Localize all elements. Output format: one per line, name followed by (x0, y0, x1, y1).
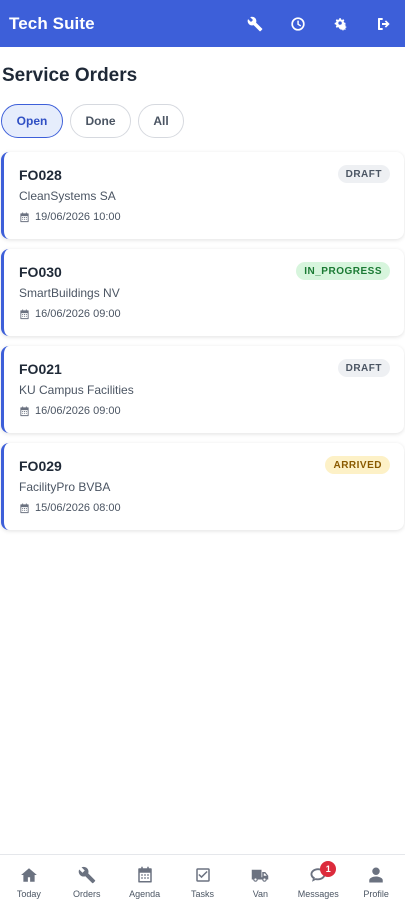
nav-label: Agenda (129, 889, 161, 899)
nav-label: Profile (363, 889, 389, 899)
order-card[interactable]: FO028 DRAFT CleanSystems SA 19/06/2026 1… (1, 152, 404, 239)
bottom-navigation: Today Orders Agenda Tasks Van 1 Messages… (0, 854, 405, 910)
order-code: FO028 (19, 167, 62, 183)
status-badge: ARRIVED (325, 456, 390, 474)
order-code: FO029 (19, 458, 62, 474)
status-badge: DRAFT (337, 165, 390, 183)
order-date-text: 19/06/2026 10:00 (35, 211, 121, 223)
nav-label: Today (16, 889, 41, 899)
nav-van[interactable]: Van (231, 855, 289, 910)
nav-today[interactable]: Today (0, 855, 58, 910)
nav-label: Van (252, 889, 269, 899)
order-date: 15/06/2026 08:00 (19, 502, 121, 514)
nav-agenda[interactable]: Agenda (116, 855, 174, 910)
home-icon (21, 868, 37, 882)
order-list: FO028 DRAFT CleanSystems SA 19/06/2026 1… (0, 152, 405, 540)
order-client: KU Campus Facilities (19, 383, 134, 397)
logout-icon[interactable] (362, 0, 405, 47)
clock-icon[interactable] (276, 0, 319, 47)
gears-icon[interactable] (319, 0, 362, 47)
page-title: Service Orders (2, 65, 138, 86)
top-app-bar: Tech Suite (0, 0, 405, 47)
status-filter-group: Open Done All (1, 104, 184, 138)
truck-icon (252, 869, 269, 882)
nav-label: Messages (297, 889, 339, 899)
check-square-icon (195, 868, 210, 882)
order-date: 19/06/2026 10:00 (19, 211, 121, 223)
calendar-icon (137, 866, 152, 883)
status-badge: IN_PROGRESS (296, 262, 390, 280)
filter-open-button[interactable]: Open (1, 104, 63, 138)
order-date: 16/06/2026 09:00 (19, 308, 121, 320)
nav-messages[interactable]: 1 Messages (289, 855, 347, 910)
order-date-text: 16/06/2026 09:00 (35, 405, 121, 417)
calendar-icon (19, 502, 30, 514)
order-client: CleanSystems SA (19, 189, 116, 203)
nav-profile[interactable]: Profile (347, 855, 405, 910)
order-date-text: 16/06/2026 09:00 (35, 308, 121, 320)
user-icon (369, 867, 383, 883)
order-card[interactable]: FO021 DRAFT KU Campus Facilities 16/06/2… (1, 346, 404, 433)
order-client: SmartBuildings NV (19, 286, 120, 300)
filter-all-button[interactable]: All (138, 104, 184, 138)
messages-unread-badge: 1 (320, 861, 337, 877)
order-date: 16/06/2026 09:00 (19, 405, 121, 417)
nav-tasks[interactable]: Tasks (174, 855, 232, 910)
order-card[interactable]: FO029 ARRIVED FacilityPro BVBA 15/06/202… (1, 443, 404, 530)
filter-done-button[interactable]: Done (70, 104, 131, 138)
order-card[interactable]: FO030 IN_PROGRESS SmartBuildings NV 16/0… (1, 249, 404, 336)
order-code: FO030 (19, 264, 62, 280)
order-client: FacilityPro BVBA (19, 480, 111, 494)
nav-label: Orders (73, 889, 101, 899)
order-code: FO021 (19, 361, 62, 377)
app-title: Tech Suite (9, 13, 95, 33)
nav-orders[interactable]: Orders (58, 855, 116, 910)
header-actions (233, 0, 405, 47)
wrench-icon[interactable] (233, 0, 276, 47)
calendar-icon (19, 211, 30, 223)
nav-label: Tasks (191, 889, 215, 899)
calendar-icon (19, 405, 30, 417)
status-badge: DRAFT (337, 359, 390, 377)
order-date-text: 15/06/2026 08:00 (35, 502, 121, 514)
calendar-icon (19, 308, 30, 320)
wrench-icon (78, 866, 96, 884)
